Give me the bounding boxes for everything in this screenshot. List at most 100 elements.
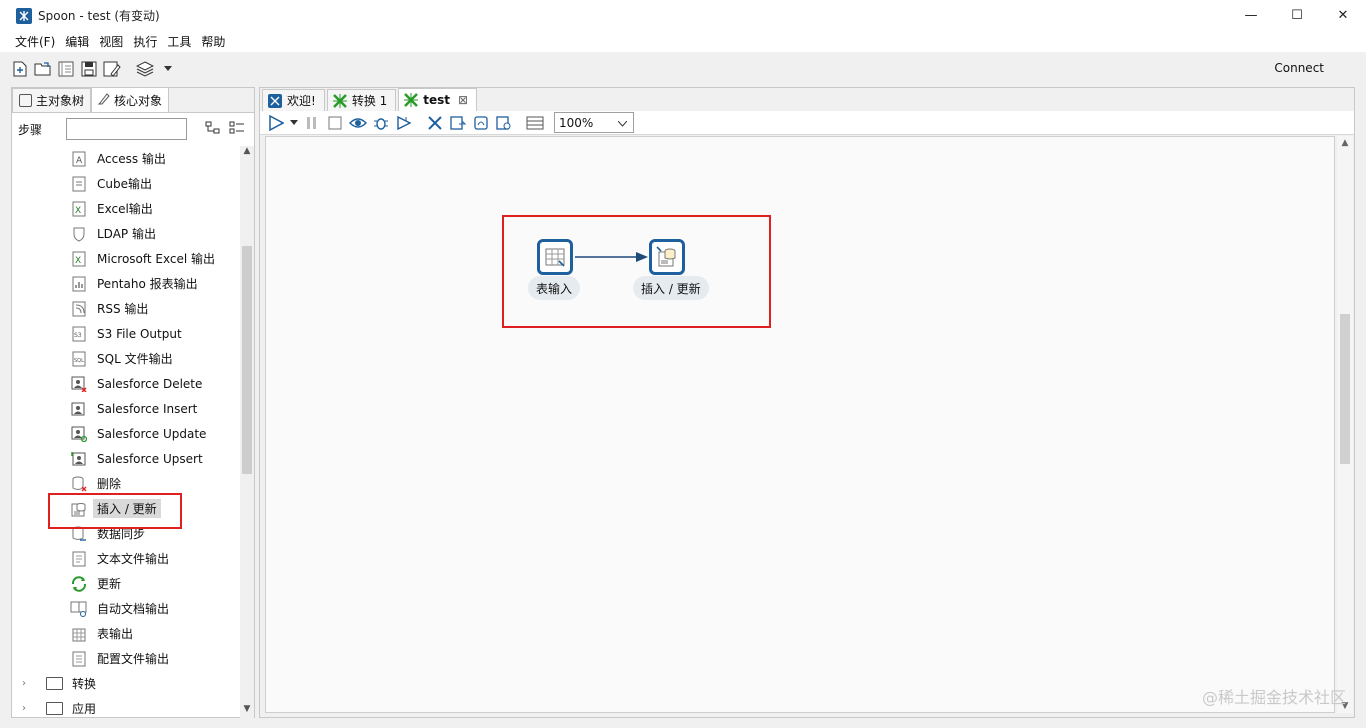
menu-run[interactable]: 执行 <box>128 33 162 50</box>
tree-item-excel-output[interactable]: X Excel输出 <box>12 196 240 221</box>
folder-icon <box>46 677 63 690</box>
excel-output-icon: X <box>70 200 88 218</box>
tab-test[interactable]: test ⊠ <box>398 88 478 111</box>
tree-folder-transform[interactable]: › 转换 <box>12 671 240 696</box>
tree-item-label: 更新 <box>97 577 122 591</box>
run-icon[interactable] <box>266 113 286 133</box>
tab-main-tree[interactable]: 主对象树 <box>12 88 92 112</box>
pause-icon[interactable] <box>302 113 322 133</box>
step-search-input[interactable] <box>66 118 187 140</box>
left-tabs: 主对象树 核心对象 <box>12 87 254 113</box>
step-search-label: 步骤 <box>18 122 43 137</box>
tree-item-salesforce-insert[interactable]: Salesforce Insert <box>12 396 240 421</box>
menu-view[interactable]: 视图 <box>94 33 128 50</box>
tree-item-salesforce-delete[interactable]: Salesforce Delete <box>12 371 240 396</box>
tree-item-ldap-output[interactable]: LDAP 输出 <box>12 221 240 246</box>
tree-item-s3-output[interactable]: S3 S3 File Output <box>12 321 240 346</box>
tree-item-table-output[interactable]: 表输出 <box>12 621 240 646</box>
tree-item-access-output[interactable]: A Access 输出 <box>12 146 240 171</box>
preview-eye-icon[interactable] <box>348 113 368 133</box>
stop-icon[interactable] <box>325 113 345 133</box>
tree-item-rss-output[interactable]: RSS 输出 <box>12 296 240 321</box>
tree-item-cube-output[interactable]: Cube输出 <box>12 171 240 196</box>
access-output-icon: A <box>70 150 88 168</box>
status-strip <box>0 718 1366 728</box>
canvas-vertical-scrollbar[interactable]: ▲ ▼ <box>1337 136 1353 713</box>
scroll-up-arrow-icon[interactable]: ▲ <box>1337 138 1353 148</box>
config-file-output-icon <box>70 650 88 668</box>
main-toolbar: Connect <box>0 52 1356 85</box>
show-results-icon[interactable] <box>525 113 545 133</box>
perspective-dropdown-icon[interactable] <box>158 59 178 79</box>
explore-db-icon[interactable] <box>494 113 514 133</box>
scroll-down-arrow-icon[interactable]: ▼ <box>240 704 254 718</box>
highlight-box-insert-update <box>48 493 182 529</box>
new-file-icon[interactable] <box>10 59 30 79</box>
step-search-row: 步骤 <box>12 113 254 145</box>
save-icon[interactable] <box>79 59 99 79</box>
maximize-button[interactable]: ☐ <box>1274 0 1320 31</box>
menu-help[interactable]: 帮助 <box>196 33 230 50</box>
minimize-button[interactable]: — <box>1228 0 1274 31</box>
tab-core-objects[interactable]: 核心对象 <box>91 87 170 112</box>
left-scrollbar[interactable]: ▲ ▼ <box>240 146 254 718</box>
tab-label: test <box>423 93 451 107</box>
tab-label: 主对象树 <box>36 94 85 108</box>
run-dropdown-icon[interactable] <box>289 113 299 133</box>
tree-item-label: Salesforce Delete <box>97 376 203 391</box>
close-tab-icon[interactable]: ⊠ <box>458 93 468 107</box>
menu-edit[interactable]: 编辑 <box>60 33 94 50</box>
menu-file[interactable]: 文件(F) <box>10 33 60 50</box>
right-panel: 欢迎! 转换 1 test ⊠ 100% 表输入 插入 / 更新 ▲ ▼ <box>259 87 1355 718</box>
expand-all-icon[interactable] <box>205 121 221 138</box>
tree-folder-label: 应用 <box>72 702 97 716</box>
tree-item-salesforce-update[interactable]: Salesforce Update <box>12 421 240 446</box>
tree-item-update[interactable]: 更新 <box>12 571 240 596</box>
step-node-table-input[interactable] <box>537 239 573 275</box>
save-as-icon[interactable] <box>102 59 122 79</box>
chevron-right-icon[interactable]: › <box>22 678 36 689</box>
zoom-select[interactable]: 100% <box>554 112 634 133</box>
pentaho-report-icon <box>70 275 88 293</box>
tree-item-label: Pentaho 报表输出 <box>97 277 198 291</box>
tree-item-pentaho-report[interactable]: Pentaho 报表输出 <box>12 271 240 296</box>
connect-button[interactable]: Connect <box>1274 61 1324 75</box>
scroll-up-arrow-icon[interactable]: ▲ <box>240 146 254 160</box>
cube-output-icon <box>70 175 88 193</box>
tree-item-text-file-output[interactable]: 文本文件输出 <box>12 546 240 571</box>
open-file-icon[interactable] <box>33 59 53 79</box>
menu-tools[interactable]: 工具 <box>162 33 196 50</box>
pencil-icon <box>97 92 110 108</box>
text-file-output-icon <box>70 550 88 568</box>
scrollbar-thumb[interactable] <box>1340 314 1350 464</box>
verify-icon[interactable] <box>425 113 445 133</box>
sql-file-output-icon: SQL <box>70 350 88 368</box>
document-tabs: 欢迎! 转换 1 test ⊠ <box>260 88 1354 111</box>
tree-item-salesforce-upsert[interactable]: Salesforce Upsert <box>12 446 240 471</box>
debug-bug-icon[interactable] <box>371 113 391 133</box>
tab-transform-1[interactable]: 转换 1 <box>326 89 397 111</box>
tree-item-sql-file-output[interactable]: SQL SQL 文件输出 <box>12 346 240 371</box>
step-node-insert-update[interactable] <box>649 239 685 275</box>
perspective-layers-icon[interactable] <box>135 59 155 79</box>
tree-item-config-file-output[interactable]: 配置文件输出 <box>12 646 240 671</box>
autodoc-icon <box>70 600 88 618</box>
hop-connector[interactable] <box>266 137 1336 714</box>
step-caption: 插入 / 更新 <box>633 276 709 300</box>
impact-icon[interactable] <box>448 113 468 133</box>
tree-item-autodoc[interactable]: 自动文档输出 <box>12 596 240 621</box>
chevron-right-icon[interactable]: › <box>22 703 36 714</box>
replay-icon[interactable] <box>394 113 414 133</box>
spoon-app-icon <box>16 7 32 24</box>
scrollbar-thumb[interactable] <box>242 246 252 474</box>
tree-item-label: Excel输出 <box>97 202 153 216</box>
collapse-all-icon[interactable] <box>229 121 245 138</box>
tab-welcome[interactable]: 欢迎! <box>262 89 325 111</box>
sql-icon[interactable] <box>471 113 491 133</box>
tree-item-ms-excel-output[interactable]: X Microsoft Excel 输出 <box>12 246 240 271</box>
transformation-canvas[interactable]: 表输入 插入 / 更新 <box>265 136 1335 713</box>
menu-bar: 文件(F) 编辑 视图 执行 工具 帮助 <box>0 31 1366 52</box>
close-button[interactable]: ✕ <box>1320 0 1366 31</box>
tree-folder-application[interactable]: › 应用 <box>12 696 240 718</box>
explore-repository-icon[interactable] <box>56 59 76 79</box>
